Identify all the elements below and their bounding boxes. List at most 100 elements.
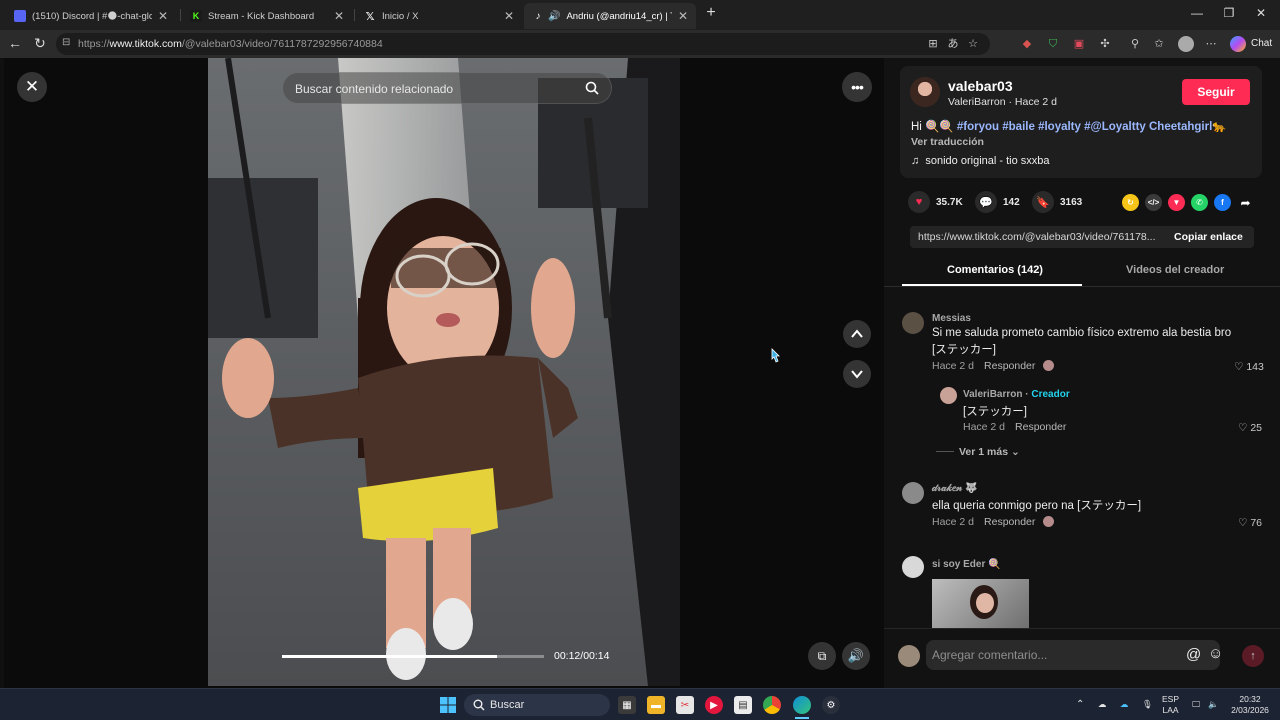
comment-username[interactable]: si soy Eder 🍭 xyxy=(932,559,1001,570)
tab-tiktok[interactable]: ♪ 🔊 Andriu (@andriu14_cr) | TikTok ✕ xyxy=(524,3,696,29)
task-view-icon[interactable]: ▦ xyxy=(618,696,636,714)
avatar[interactable] xyxy=(902,482,924,504)
copilot-chat-label[interactable]: Chat xyxy=(1251,38,1272,49)
volume-button[interactable]: 🔊 xyxy=(842,642,870,670)
see-translation-link[interactable]: Ver traducción xyxy=(911,136,984,148)
reply-username[interactable]: ValeriBarron xyxy=(963,389,1022,400)
tab-x[interactable]: 𝕏 Inicio / X ✕ xyxy=(356,3,522,29)
embed-icon[interactable]: </> xyxy=(1145,194,1162,211)
chevron-up-icon[interactable]: ⌃ xyxy=(1076,699,1084,710)
avatar[interactable] xyxy=(898,645,920,667)
picture-in-picture-button[interactable]: ⧉ xyxy=(808,642,836,670)
avatar[interactable] xyxy=(910,77,940,107)
profile-switch-icon[interactable]: ⚲ xyxy=(1128,37,1142,51)
taskbar-search[interactable]: Buscar xyxy=(464,694,610,716)
send-to-friends-icon[interactable]: ▼ xyxy=(1168,194,1185,211)
tab-kick[interactable]: K Stream - Kick Dashboard ✕ xyxy=(182,3,352,29)
sound-link[interactable]: ♫ sonido original - tio sxxba xyxy=(911,155,1050,167)
refresh-icon[interactable]: ↻ xyxy=(31,35,49,52)
url-bar[interactable]: ⊟ https://www.tiktok.com/@valebar03/vide… xyxy=(56,33,990,55)
volume-icon[interactable]: 🔈 xyxy=(1208,699,1219,710)
facebook-icon[interactable]: f xyxy=(1214,194,1231,211)
close-icon[interactable]: ✕ xyxy=(158,9,168,23)
avatar[interactable] xyxy=(1178,36,1194,52)
media-player-icon[interactable]: ▶ xyxy=(705,696,723,714)
favorite-star-icon[interactable]: ☆ xyxy=(966,37,980,51)
chrome-icon[interactable] xyxy=(763,696,781,714)
close-window-icon[interactable]: ✕ xyxy=(1250,6,1272,20)
comment-input[interactable]: Agregar comentario... @ ☺ xyxy=(926,640,1223,670)
comment-like[interactable]: ♡ 143 xyxy=(1234,361,1264,373)
view-more-replies[interactable]: Ver 1 más ⌄ xyxy=(959,446,1020,458)
edge-icon[interactable] xyxy=(793,696,811,714)
snipping-tool-icon[interactable]: ✂ xyxy=(676,696,694,714)
tab-comments[interactable]: Comentarios (142) xyxy=(947,264,1043,276)
hashtag-link[interactable]: #loyalty xyxy=(1038,121,1081,133)
like-stat[interactable]: ♥ 35.7K xyxy=(908,191,963,213)
network-icon[interactable]: 🖵 xyxy=(1192,699,1200,710)
translate-icon[interactable]: あ xyxy=(946,37,960,51)
reply-button[interactable]: Responder xyxy=(984,516,1035,528)
steam-icon[interactable]: ⚙ xyxy=(822,696,840,714)
grid-icon[interactable]: ⊞ xyxy=(926,37,940,51)
next-video-button[interactable] xyxy=(843,360,871,388)
related-search-input[interactable]: Buscar contenido relacionado xyxy=(282,72,612,104)
windows-start-icon[interactable] xyxy=(440,697,456,713)
video-player[interactable] xyxy=(208,58,680,686)
share-arrow-icon[interactable]: ➦ xyxy=(1237,194,1254,211)
back-arrow-icon[interactable]: ← xyxy=(6,35,24,51)
video-progress-bar[interactable] xyxy=(282,655,544,658)
whatsapp-icon[interactable]: ✆ xyxy=(1191,194,1208,211)
close-icon[interactable]: ✕ xyxy=(334,9,344,23)
shield-icon[interactable]: ⛉ xyxy=(1046,37,1060,51)
plus-icon[interactable]: + xyxy=(700,4,722,22)
save-stat[interactable]: 🔖 3163 xyxy=(1032,191,1082,213)
follow-button[interactable]: Seguir xyxy=(1182,79,1250,105)
copilot-icon[interactable] xyxy=(1230,36,1246,52)
hashtag-link[interactable]: #@Loyaltty Cheetahgirl xyxy=(1084,121,1212,133)
tab-discord[interactable]: (1510) Discord | #🌑-chat-global ✕ xyxy=(6,3,176,29)
site-info-icon[interactable]: ⊟ xyxy=(62,37,70,48)
search-icon[interactable] xyxy=(585,81,599,95)
more-options-button[interactable]: ••• xyxy=(842,72,872,102)
close-video-button[interactable]: ✕ xyxy=(17,72,47,102)
copy-link-button[interactable]: Copiar enlace xyxy=(1174,231,1243,243)
file-explorer-icon[interactable]: ▬ xyxy=(647,696,665,714)
mention-icon[interactable]: @ xyxy=(1186,646,1201,663)
speaker-icon[interactable]: 🔊 xyxy=(548,11,560,22)
comment-like[interactable]: ♡ 76 xyxy=(1238,517,1262,529)
reply-button[interactable]: Responder xyxy=(1015,421,1066,433)
video-link[interactable]: https://www.tiktok.com/@valebar03/video/… xyxy=(918,231,1156,243)
close-icon[interactable]: ✕ xyxy=(504,9,514,23)
tab-creator-videos[interactable]: Videos del creador xyxy=(1126,264,1224,276)
puzzle-icon[interactable]: ✣ xyxy=(1098,37,1112,51)
onedrive-icon[interactable]: ☁ xyxy=(1120,699,1129,710)
comment-username[interactable]: Messias xyxy=(932,313,971,324)
more-icon[interactable]: ⋯ xyxy=(1204,37,1218,51)
previous-video-button[interactable] xyxy=(843,320,871,348)
comment-stat[interactable]: 💬 142 xyxy=(975,191,1020,213)
restore-icon[interactable]: ❐ xyxy=(1218,6,1240,20)
close-icon[interactable]: ✕ xyxy=(678,9,688,23)
emoji-icon[interactable]: ☺ xyxy=(1208,645,1223,662)
repost-icon[interactable]: ↻ xyxy=(1122,194,1139,211)
avatar[interactable] xyxy=(940,387,957,404)
extension-icon[interactable]: ▣ xyxy=(1072,37,1086,51)
clock[interactable]: 20:32 2/03/2026 xyxy=(1226,694,1274,716)
keyboard-language[interactable]: ESP LAA xyxy=(1162,694,1179,716)
avatar[interactable] xyxy=(902,556,924,578)
comment-username[interactable]: 𝒹𝓇𝒶𝓀𝑒𝓃 🐺 xyxy=(932,483,978,494)
reply-button[interactable]: Responder xyxy=(984,360,1035,372)
cloud-icon[interactable]: ☁ xyxy=(1098,699,1107,710)
extension-icon[interactable]: ◆ xyxy=(1020,37,1034,51)
post-comment-button[interactable]: ↑ xyxy=(1242,645,1264,667)
avatar[interactable] xyxy=(902,312,924,334)
minimize-icon[interactable]: — xyxy=(1186,6,1208,20)
store-icon[interactable]: ▤ xyxy=(734,696,752,714)
favorites-icon[interactable]: ✩ xyxy=(1152,37,1166,51)
hashtag-link[interactable]: #baile xyxy=(1002,121,1035,133)
comment-like[interactable]: ♡ 25 xyxy=(1238,422,1262,434)
comment-sticker-image[interactable] xyxy=(932,579,1029,628)
microphone-icon[interactable]: 🎙 xyxy=(1142,699,1153,710)
author-username[interactable]: valebar03 xyxy=(948,78,1013,94)
